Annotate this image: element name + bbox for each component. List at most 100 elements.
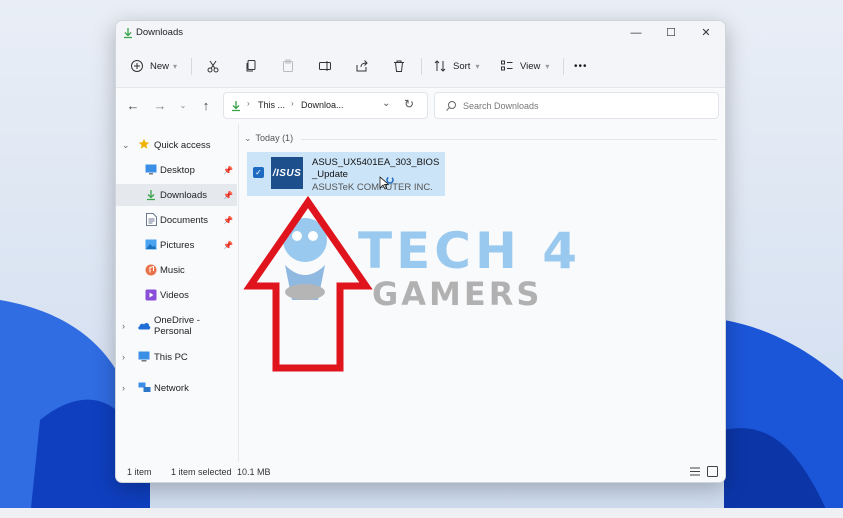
up-arrow-icon[interactable]: ↑ [197, 97, 215, 115]
sidebar-item-label: OneDrive - Personal [154, 315, 200, 337]
paste-icon [281, 59, 295, 73]
chevron-down-icon: ▾ [173, 61, 178, 71]
view-icon [500, 59, 514, 73]
taskbar [0, 508, 843, 518]
divider [191, 58, 192, 75]
scissors-icon [206, 59, 220, 73]
download-icon [122, 27, 134, 39]
back-arrow-icon[interactable]: ← [124, 97, 142, 115]
command-bar: New ▾ Sort ▾ View ▾ ••• [116, 46, 725, 88]
new-button[interactable]: New ▾ [130, 56, 177, 76]
address-bar[interactable]: › This ... › Downloa... ⌄ ↻ [223, 92, 428, 119]
download-icon [145, 189, 157, 204]
checkbox-checked-icon[interactable]: ✓ [253, 167, 264, 178]
sort-button[interactable]: Sort ▾ [433, 56, 479, 76]
download-icon [230, 99, 242, 117]
recent-locations-icon[interactable]: ⌄ [174, 97, 192, 115]
cut-button[interactable] [206, 56, 220, 76]
file-name: ASUS_UX5401EA_303_BIOS_Update [312, 157, 440, 180]
sidebar-item-documents[interactable]: Documents 📌 [116, 209, 237, 231]
close-button[interactable]: ✕ [691, 23, 721, 43]
file-explorer-window: Downloads — ☐ ✕ New ▾ Sort ▾ View ▾ ••• … [115, 20, 726, 483]
file-list: ⌄ Today (1) ✓ /ISUS ASUS_UX5401EA_303_BIO… [239, 124, 725, 462]
group-header-today[interactable]: ⌄ Today (1) [244, 133, 293, 144]
refresh-icon[interactable]: ↻ [404, 97, 414, 111]
pictures-icon [145, 239, 157, 253]
onedrive-icon [137, 321, 151, 333]
view-label: View [520, 60, 541, 72]
chevron-down-icon: ⌄ [244, 133, 252, 143]
more-options-button[interactable]: ••• [574, 56, 588, 76]
search-icon [445, 99, 457, 117]
chevron-down-icon: ▾ [475, 61, 480, 71]
search-input[interactable]: Search Downloads [434, 92, 719, 119]
sort-label: Sort [453, 60, 471, 72]
desktop-icon [145, 164, 157, 178]
sidebar-item-onedrive[interactable]: › OneDrive - Personal [116, 315, 237, 337]
busy-cursor-icon [379, 176, 395, 197]
divider [421, 58, 422, 75]
rename-icon [318, 59, 332, 73]
item-count: 1 item [127, 467, 152, 477]
copy-button[interactable] [244, 56, 258, 76]
sidebar-item-videos[interactable]: Videos [116, 284, 237, 306]
chevron-down-icon: ⌄ [122, 139, 130, 150]
chevron-right-icon: › [291, 99, 294, 108]
share-button[interactable] [355, 56, 369, 76]
add-icon [130, 59, 144, 73]
paste-button[interactable] [281, 56, 295, 76]
window-title: Downloads [136, 27, 183, 38]
file-publisher: ASUSTeK COMPUTER INC. [312, 182, 433, 193]
maximize-button[interactable]: ☐ [656, 23, 686, 43]
documents-icon [146, 213, 157, 229]
music-icon [145, 264, 157, 279]
address-row: ← → ⌄ ↑ › This ... › Downloa... ⌄ ↻ Sear… [116, 88, 725, 124]
chevron-down-icon: ▾ [545, 61, 550, 71]
pin-icon: 📌 [223, 240, 233, 250]
sidebar-item-label: This PC [154, 351, 188, 363]
sidebar-item-label: Network [154, 382, 189, 394]
this-pc-icon [138, 351, 150, 365]
share-icon [355, 59, 369, 73]
search-placeholder: Search Downloads [463, 101, 539, 111]
videos-icon [145, 289, 157, 304]
pin-icon: 📌 [223, 190, 233, 200]
selection-status: 1 item selected [171, 467, 232, 477]
forward-arrow-icon[interactable]: → [151, 97, 169, 115]
sidebar-item-label: Videos [160, 289, 189, 301]
breadcrumb-downloads[interactable]: Downloa... [301, 100, 344, 110]
chevron-right-icon: › [247, 99, 250, 108]
asus-logo-thumbnail: /ISUS [271, 157, 303, 189]
pin-icon: 📌 [223, 165, 233, 175]
sidebar-item-label: Downloads [160, 189, 207, 201]
new-label: New [150, 60, 170, 72]
sidebar-item-network[interactable]: › Network [116, 377, 237, 399]
sidebar-item-label: Desktop [160, 164, 195, 176]
sidebar-item-this-pc[interactable]: › This PC [116, 346, 237, 368]
sidebar-item-downloads[interactable]: Downloads 📌 [116, 184, 237, 206]
sidebar-item-label: Pictures [160, 239, 195, 251]
rename-button[interactable] [318, 56, 332, 76]
address-dropdown-icon[interactable]: ⌄ [382, 98, 390, 109]
thumbnail-logo-text: /ISUS [272, 167, 302, 179]
file-item-bios-update[interactable]: ✓ /ISUS ASUS_UX5401EA_303_BIOS_Update AS… [247, 152, 445, 196]
sidebar-item-label: Quick access [154, 139, 211, 151]
copy-icon [244, 59, 258, 73]
trash-icon [392, 59, 406, 73]
chevron-right-icon: › [122, 321, 125, 331]
delete-button[interactable] [392, 56, 406, 76]
star-icon [138, 138, 150, 150]
status-bar: 1 item 1 item selected 10.1 MB [116, 462, 725, 482]
details-view-icon[interactable] [689, 466, 701, 479]
chevron-right-icon: › [122, 383, 125, 393]
sidebar-item-desktop[interactable]: Desktop 📌 [116, 159, 237, 181]
view-button[interactable]: View ▾ [500, 56, 549, 76]
tiles-view-icon[interactable] [707, 466, 718, 479]
sidebar-item-label: Documents [160, 214, 209, 226]
pin-icon: 📌 [223, 215, 233, 225]
sidebar-item-quick-access[interactable]: ⌄ Quick access [116, 134, 237, 156]
sidebar-item-pictures[interactable]: Pictures 📌 [116, 234, 237, 256]
minimize-button[interactable]: — [621, 23, 651, 43]
sidebar-item-music[interactable]: Music [116, 259, 237, 281]
breadcrumb-this-pc[interactable]: This ... [258, 100, 285, 110]
